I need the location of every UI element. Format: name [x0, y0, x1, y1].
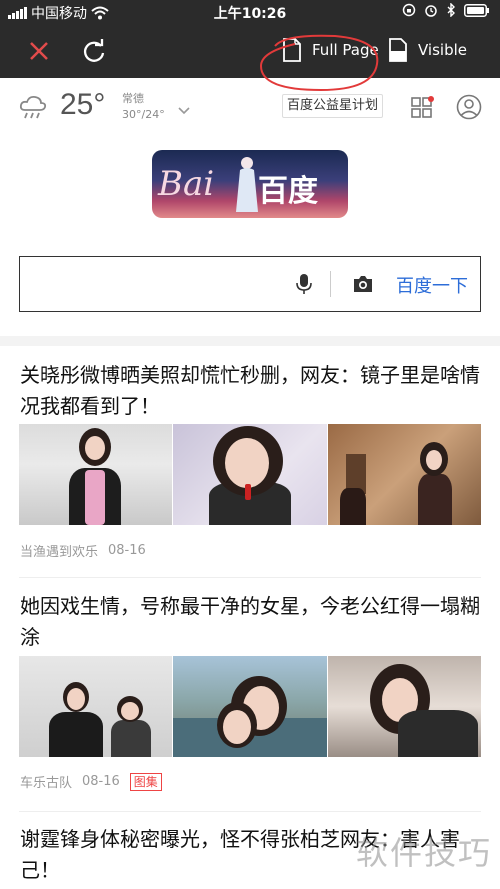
search-box[interactable]: 百度一下	[19, 256, 481, 312]
alarm-icon	[425, 5, 437, 17]
logo-chinese-text: 百度	[258, 174, 318, 209]
full-page-label: Full Page	[312, 41, 379, 59]
news-photo[interactable]	[19, 424, 173, 525]
search-divider	[330, 271, 331, 297]
news-photo[interactable]	[19, 656, 173, 757]
news-photo[interactable]	[173, 424, 327, 525]
news-photo[interactable]	[173, 656, 327, 757]
refresh-icon[interactable]	[80, 37, 108, 65]
microphone-icon[interactable]	[296, 273, 312, 295]
watermark: 软件技巧	[356, 834, 493, 872]
apps-grid-icon[interactable]	[410, 96, 434, 120]
feed-separator	[19, 577, 481, 578]
news-source: 车乐古队	[20, 776, 73, 791]
temperature: 25°	[60, 88, 106, 121]
rain-cloud-icon	[19, 95, 47, 119]
news-title-2[interactable]: 她因戏生情，号称最干净的女星，今老公红得一塌糊涂	[20, 591, 482, 653]
gallery-tag: 图集	[129, 772, 162, 791]
news-source: 当渔遇到欢乐	[20, 545, 99, 560]
news-photo[interactable]	[327, 656, 481, 757]
document-icon	[283, 38, 301, 62]
camera-icon[interactable]	[352, 275, 374, 293]
user-avatar-icon[interactable]	[456, 94, 482, 120]
search-button[interactable]: 百度一下	[396, 272, 468, 298]
gongyi-badge[interactable]: 百度公益星计划	[282, 94, 384, 118]
news-photo[interactable]	[327, 424, 481, 525]
full-page-button[interactable]: Full Page	[282, 38, 379, 62]
section-divider	[0, 336, 500, 346]
news-images-1[interactable]	[19, 424, 481, 525]
visible-document-icon	[389, 38, 407, 62]
chevron-down-icon[interactable]	[178, 106, 190, 116]
close-icon[interactable]	[26, 38, 52, 64]
news-date: 08-16	[82, 774, 120, 789]
news-meta-1: 当渔遇到欢乐 08-16	[20, 541, 146, 560]
rotation-lock-icon	[402, 3, 416, 17]
visible-label: Visible	[418, 41, 467, 59]
logo-latin-text: Bai	[158, 164, 215, 204]
news-date: 08-16	[108, 543, 146, 558]
qixi-figure-icon	[236, 157, 258, 212]
city-name: 常德	[122, 92, 144, 105]
news-title-1[interactable]: 关晓彤微博晒美照却慌忙秒删，网友：镜子里是啥情况我都看到了！	[20, 360, 482, 422]
baidu-logo[interactable]: Bai 百度	[152, 150, 348, 218]
status-bar: 中国移动 上午10:26	[0, 0, 500, 24]
visible-button[interactable]: Visible	[388, 38, 467, 62]
battery-icon	[464, 3, 489, 17]
bluetooth-icon	[447, 3, 455, 17]
news-meta-2: 车乐古队 08-16 图集	[20, 772, 162, 791]
screenshot-toolbar: Full Page Visible	[0, 24, 500, 92]
news-images-2[interactable]	[19, 656, 481, 757]
temperature-range: 30°/24°	[122, 108, 165, 121]
feed-separator	[19, 811, 481, 812]
